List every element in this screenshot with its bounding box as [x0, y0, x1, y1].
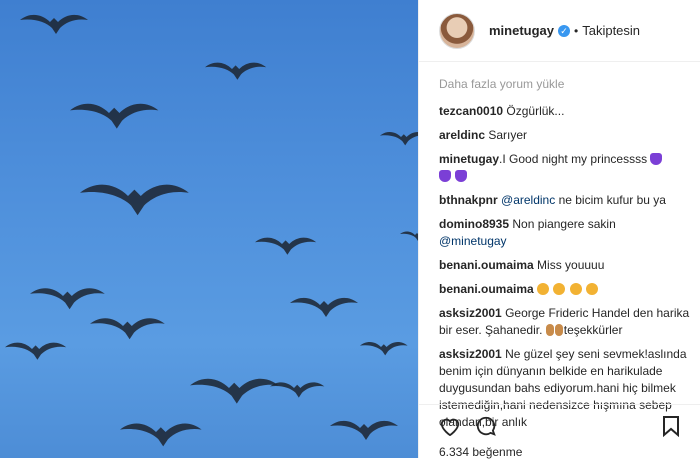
comment-text: .I Good night my princessss: [499, 152, 648, 166]
star-eyes-icon: [586, 283, 599, 295]
comment-text: Non piangere sakin: [512, 217, 616, 231]
comment-user[interactable]: benani.oumaima: [439, 282, 534, 296]
seagull-shape: [80, 184, 189, 216]
comment: domino8935 Non piangere sakin @minetugay: [439, 216, 700, 250]
star-eyes-icon: [553, 283, 566, 295]
seagull-shape: [20, 14, 88, 34]
heart-icon[interactable]: [439, 416, 461, 441]
star-eyes-icon: [537, 283, 550, 295]
comment-text: Miss youuuu: [537, 258, 605, 272]
star-eyes-icon: [569, 283, 582, 295]
comment-icon[interactable]: [475, 415, 497, 442]
comment-text: Özgürlük...: [506, 104, 565, 118]
post-sidebar: minetugay ✓ • Takiptesin Daha fazla yoru…: [418, 0, 700, 459]
seagull-shape: [290, 297, 358, 317]
verified-check-icon: ✓: [558, 24, 571, 37]
avatar[interactable]: [439, 12, 475, 49]
comment-user[interactable]: domino8935: [439, 217, 509, 231]
clap-hand-icon: [545, 324, 554, 336]
comment-text: teşekkürler: [563, 323, 623, 337]
comment-user[interactable]: asksiz2001: [439, 347, 502, 361]
comment-text: Sarıyer: [488, 128, 528, 142]
seagull-shape: [205, 62, 267, 80]
comment-user[interactable]: areldinc: [439, 128, 485, 142]
seagull-shape: [330, 420, 398, 440]
seagull-shape: [190, 378, 279, 404]
seagull-shape: [30, 288, 105, 310]
seagull-shape: [360, 342, 408, 356]
separator-dot: •: [574, 23, 579, 38]
comment-mention[interactable]: @areldinc: [501, 193, 555, 207]
comment-user[interactable]: benani.oumaima: [439, 258, 534, 272]
seagull-shape: [120, 423, 202, 447]
username[interactable]: minetugay: [489, 23, 554, 38]
purple-heart-icon: [650, 153, 663, 165]
seagull-shape: [255, 237, 317, 255]
comment-user[interactable]: minetugay: [439, 152, 499, 166]
comment-user[interactable]: tezcan0010: [439, 104, 503, 118]
comment-mention[interactable]: @minetugay: [439, 234, 507, 248]
comment: minetugay.I Good night my princessss: [439, 151, 700, 185]
comment: areldinc Sarıyer: [439, 127, 700, 144]
post-header: minetugay ✓ • Takiptesin: [419, 0, 700, 62]
purple-heart-icon: [455, 170, 468, 182]
comment: asksiz2001 George Frideric Handel den ha…: [439, 305, 700, 339]
seagull-shape: [400, 231, 418, 241]
post-photo[interactable]: [0, 0, 418, 458]
seagull-shape: [380, 132, 418, 146]
seagull-shape: [70, 103, 159, 129]
comment-user[interactable]: bthnakpnr: [439, 193, 498, 207]
comment-user[interactable]: asksiz2001: [439, 306, 502, 320]
comment-text: ne bicim kufur bu ya: [555, 193, 666, 207]
seagull-shape: [270, 382, 325, 398]
comment: benani.oumaima Miss youuuu: [439, 257, 700, 274]
comments-list: Daha fazla yorum yükle tezcan0010 Özgürl…: [419, 62, 700, 431]
purple-heart-icon: [439, 170, 451, 182]
comment: benani.oumaima: [439, 281, 700, 298]
seagull-shape: [90, 318, 165, 340]
follow-status[interactable]: Takiptesin: [582, 23, 640, 38]
seagulls-illustration: [5, 14, 418, 447]
comment: bthnakpnr @areldinc ne bicim kufur bu ya: [439, 192, 700, 209]
load-more-comments[interactable]: Daha fazla yorum yükle: [439, 76, 700, 93]
bookmark-icon[interactable]: [662, 415, 680, 442]
post-actions: 6.334 beğenme: [419, 404, 700, 459]
clap-hand-icon: [554, 324, 563, 336]
like-count[interactable]: 6.334 beğenme: [439, 445, 680, 459]
seagull-shape: [5, 342, 67, 360]
comment: tezcan0010 Özgürlük...: [439, 103, 700, 120]
